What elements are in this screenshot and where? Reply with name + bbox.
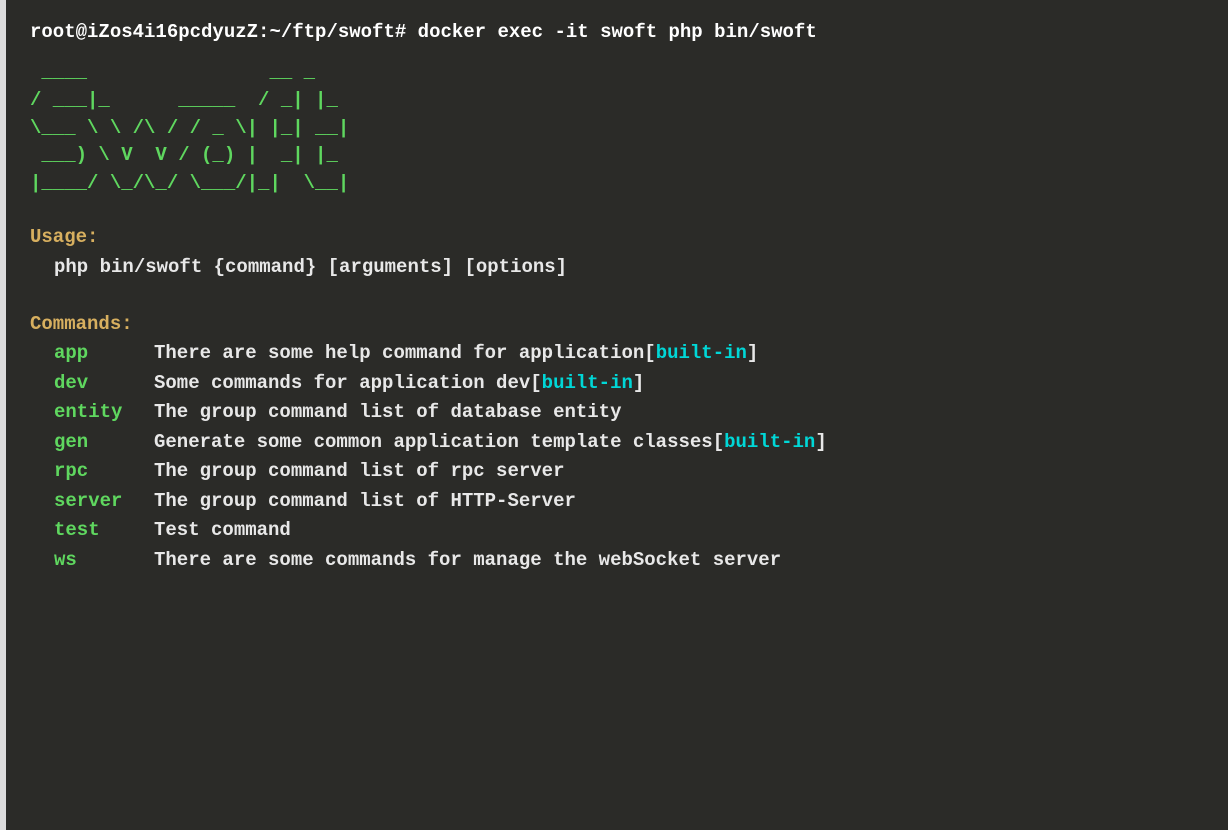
command-desc-text: Test command bbox=[154, 519, 291, 541]
bracket-open: [ bbox=[530, 372, 541, 394]
command-description: Test command bbox=[154, 516, 291, 545]
command-desc-text: The group command list of HTTP-Server bbox=[154, 490, 576, 512]
bracket-open: [ bbox=[644, 342, 655, 364]
command-desc-text: There are some commands for manage the w… bbox=[154, 549, 781, 571]
builtin-tag: built-in bbox=[724, 431, 815, 453]
command-name: dev bbox=[54, 369, 154, 398]
commands-list: appThere are some help command for appli… bbox=[30, 339, 1204, 575]
command-name: ws bbox=[54, 546, 154, 575]
command-description: Generate some common application templat… bbox=[154, 428, 827, 457]
command-description: The group command list of HTTP-Server bbox=[154, 487, 576, 516]
command-description: There are some commands for manage the w… bbox=[154, 546, 781, 575]
command-row: entityThe group command list of database… bbox=[54, 398, 1204, 427]
command-name: server bbox=[54, 487, 154, 516]
command-desc-text: The group command list of rpc server bbox=[154, 460, 564, 482]
command-row: rpcThe group command list of rpc server bbox=[54, 457, 1204, 486]
bracket-close: ] bbox=[747, 342, 758, 364]
command-description: Some commands for application dev[built-… bbox=[154, 369, 644, 398]
command-desc-text: The group command list of database entit… bbox=[154, 401, 621, 423]
command-description: There are some help command for applicat… bbox=[154, 339, 758, 368]
shell-prompt[interactable]: root@iZos4i16pcdyuzZ:~/ftp/swoft# docker… bbox=[30, 18, 1204, 47]
command-name: entity bbox=[54, 398, 154, 427]
command-desc-text: Generate some common application templat… bbox=[154, 431, 713, 453]
command-row: wsThere are some commands for manage the… bbox=[54, 546, 1204, 575]
usage-text: php bin/swoft {command} [arguments] [opt… bbox=[30, 253, 1204, 282]
command-desc-text: There are some help command for applicat… bbox=[154, 342, 644, 364]
command-name: rpc bbox=[54, 457, 154, 486]
command-name: app bbox=[54, 339, 154, 368]
command-row: serverThe group command list of HTTP-Ser… bbox=[54, 487, 1204, 516]
usage-header: Usage: bbox=[30, 223, 1204, 252]
command-row: testTest command bbox=[54, 516, 1204, 545]
ascii-logo: ____ __ _ / ___|_ _____ / _| |_ \___ \ \… bbox=[30, 59, 1204, 197]
bracket-close: ] bbox=[633, 372, 644, 394]
bracket-open: [ bbox=[713, 431, 724, 453]
bracket-close: ] bbox=[815, 431, 826, 453]
command-name: test bbox=[54, 516, 154, 545]
builtin-tag: built-in bbox=[656, 342, 747, 364]
command-desc-text: Some commands for application dev bbox=[154, 372, 530, 394]
command-row: genGenerate some common application temp… bbox=[54, 428, 1204, 457]
command-row: appThere are some help command for appli… bbox=[54, 339, 1204, 368]
command-description: The group command list of rpc server bbox=[154, 457, 564, 486]
command-description: The group command list of database entit… bbox=[154, 398, 621, 427]
command-row: devSome commands for application dev[bui… bbox=[54, 369, 1204, 398]
commands-header: Commands: bbox=[30, 310, 1204, 339]
builtin-tag: built-in bbox=[542, 372, 633, 394]
command-name: gen bbox=[54, 428, 154, 457]
